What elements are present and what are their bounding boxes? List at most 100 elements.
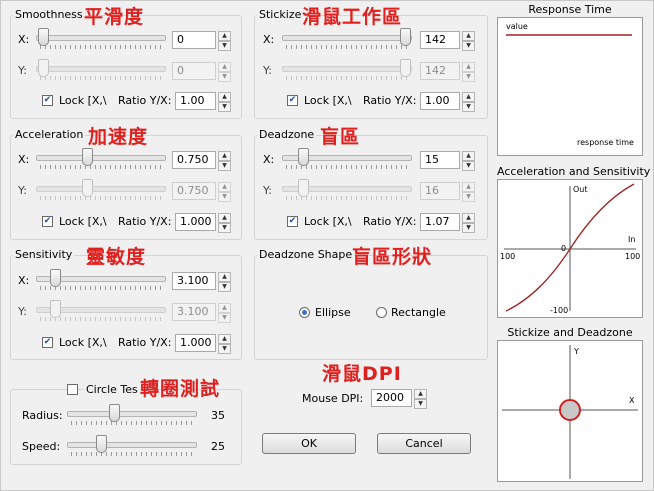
smoothness-x-thumb[interactable] (38, 28, 49, 46)
smoothness-y-spinner: ▲ ▼ (218, 62, 231, 82)
acceleration-x-spinner[interactable]: ▲ ▼ (218, 151, 231, 171)
spin-up-icon[interactable]: ▲ (414, 389, 427, 399)
spin-down-icon: ▼ (218, 313, 231, 323)
acceleration-x-track[interactable] (36, 155, 166, 161)
spin-down-icon[interactable]: ▼ (414, 399, 427, 409)
spin-down-icon[interactable]: ▼ (218, 161, 231, 171)
spin-up-icon[interactable]: ▲ (462, 151, 475, 161)
accel-x-min-label: 100 (500, 252, 516, 261)
deadzone-ratio-spinner[interactable]: ▲ ▼ (462, 213, 475, 233)
stickize-y-ticks (286, 76, 408, 80)
stickize-y-track (282, 66, 412, 72)
circle-test-label[interactable]: Circle Tes (84, 383, 140, 396)
stickize-annotation: 滑鼠工作區 (302, 6, 403, 28)
acceleration-x-label: X: (18, 153, 30, 166)
speed-thumb[interactable] (96, 435, 107, 453)
sensitivity-lock-checkbox[interactable]: ✔ (42, 337, 53, 348)
spin-down-icon[interactable]: ▼ (462, 102, 475, 112)
circle-test-checkbox[interactable] (67, 384, 78, 395)
sensitivity-x-ticks (40, 286, 162, 290)
ellipse-radio[interactable] (299, 307, 310, 318)
spin-down-icon[interactable]: ▼ (218, 102, 231, 112)
radius-label: Radius: (22, 409, 63, 422)
smoothness-x-spinner[interactable]: ▲ ▼ (218, 31, 231, 51)
deadzone-ratio-label: Ratio Y/X: (363, 215, 417, 228)
smoothness-lock-checkbox[interactable]: ✔ (42, 95, 53, 106)
deadzone-ratio-field[interactable]: 1.07 (420, 213, 460, 231)
stickize-x-track[interactable] (282, 35, 412, 41)
acceleration-ratio-field[interactable]: 1.000 (175, 213, 216, 231)
spin-down-icon[interactable]: ▼ (462, 41, 475, 51)
deadzone-x-spinner[interactable]: ▲ ▼ (462, 151, 475, 171)
radius-track[interactable] (67, 411, 197, 417)
spin-down-icon[interactable]: ▼ (218, 41, 231, 51)
sensitivity-title: Sensitivity (13, 248, 75, 261)
deadzone-x-thumb[interactable] (298, 148, 309, 166)
smoothness-x-field[interactable]: 0 (172, 31, 216, 49)
spin-down-icon[interactable]: ▼ (462, 223, 475, 233)
speed-ticks (71, 452, 193, 456)
spin-up-icon[interactable]: ▲ (218, 92, 231, 102)
spin-up-icon[interactable]: ▲ (218, 151, 231, 161)
smoothness-x-track[interactable] (36, 35, 166, 41)
stickize-x-thumb[interactable] (400, 28, 411, 46)
acceleration-y-spinner: ▲ ▼ (218, 182, 231, 202)
stickize-ratio-spinner[interactable]: ▲ ▼ (462, 92, 475, 112)
smoothness-y-track (36, 66, 166, 72)
sensitivity-y-spinner: ▲ ▼ (218, 303, 231, 323)
sensitivity-y-field: 3.100 (172, 303, 216, 321)
sensitivity-ratio-field[interactable]: 1.000 (175, 334, 216, 352)
sensitivity-ratio-label: Ratio Y/X: (118, 336, 172, 349)
stickize-x-spinner[interactable]: ▲ ▼ (462, 31, 475, 51)
sensitivity-x-thumb[interactable] (50, 269, 61, 287)
rectangle-radio[interactable] (376, 307, 387, 318)
acceleration-y-track (36, 186, 166, 192)
sensitivity-x-field[interactable]: 3.100 (172, 272, 216, 290)
spin-up-icon[interactable]: ▲ (462, 31, 475, 41)
spin-up-icon[interactable]: ▲ (218, 213, 231, 223)
deadzone-y-thumb (298, 179, 309, 197)
spin-down-icon[interactable]: ▼ (462, 161, 475, 171)
sensitivity-y-label: Y: (18, 305, 27, 318)
deadzone-x-field[interactable]: 15 (420, 151, 460, 169)
ok-button[interactable]: OK (262, 433, 356, 454)
smoothness-ratio-field[interactable]: 1.00 (175, 92, 216, 110)
stickize-lock-checkbox[interactable]: ✔ (287, 95, 298, 106)
radius-thumb[interactable] (109, 404, 120, 422)
deadzone-lock-checkbox[interactable]: ✔ (287, 216, 298, 227)
ellipse-label[interactable]: Ellipse (315, 306, 351, 319)
accel-y-min-label: -100 (550, 306, 569, 315)
deadzone-y-field: 16 (420, 182, 460, 200)
stickize-y-label: Y: (263, 64, 272, 77)
stickize-x-field[interactable]: 142 (420, 31, 460, 49)
spin-down-icon[interactable]: ▼ (218, 282, 231, 292)
acceleration-lock-checkbox[interactable]: ✔ (42, 216, 53, 227)
deadzone-lock-label: Lock [X,\ (304, 215, 352, 228)
sensitivity-ratio-spinner[interactable]: ▲ ▼ (218, 334, 231, 354)
smoothness-ratio-spinner[interactable]: ▲ ▼ (218, 92, 231, 112)
cancel-button[interactable]: Cancel (377, 433, 471, 454)
smoothness-annotation: 平滑度 (84, 6, 145, 28)
stickize-y-spinner: ▲ ▼ (462, 62, 475, 82)
stickize-ratio-field[interactable]: 1.00 (420, 92, 460, 110)
spin-down-icon[interactable]: ▼ (218, 223, 231, 233)
spin-up-icon[interactable]: ▲ (218, 272, 231, 282)
acceleration-x-ticks (40, 165, 162, 169)
mouse-dpi-spinner[interactable]: ▲ ▼ (414, 389, 427, 409)
speed-track[interactable] (67, 442, 197, 448)
spin-up-icon[interactable]: ▲ (218, 31, 231, 41)
spin-down-icon[interactable]: ▼ (218, 344, 231, 354)
sensitivity-x-spinner[interactable]: ▲ ▼ (218, 272, 231, 292)
spin-up-icon[interactable]: ▲ (462, 213, 475, 223)
mouse-dpi-field[interactable]: 2000 (371, 389, 412, 407)
acceleration-x-thumb[interactable] (82, 148, 93, 166)
acceleration-x-field[interactable]: 0.750 (172, 151, 216, 169)
acceleration-ratio-spinner[interactable]: ▲ ▼ (218, 213, 231, 233)
rectangle-label[interactable]: Rectangle (391, 306, 446, 319)
deadzone-shape-annotation: 盲區形狀 (352, 246, 433, 268)
acceleration-y-thumb (82, 179, 93, 197)
spin-up-icon[interactable]: ▲ (218, 334, 231, 344)
acceleration-annotation: 加速度 (88, 126, 149, 148)
spin-up-icon: ▲ (218, 182, 231, 192)
spin-up-icon[interactable]: ▲ (462, 92, 475, 102)
